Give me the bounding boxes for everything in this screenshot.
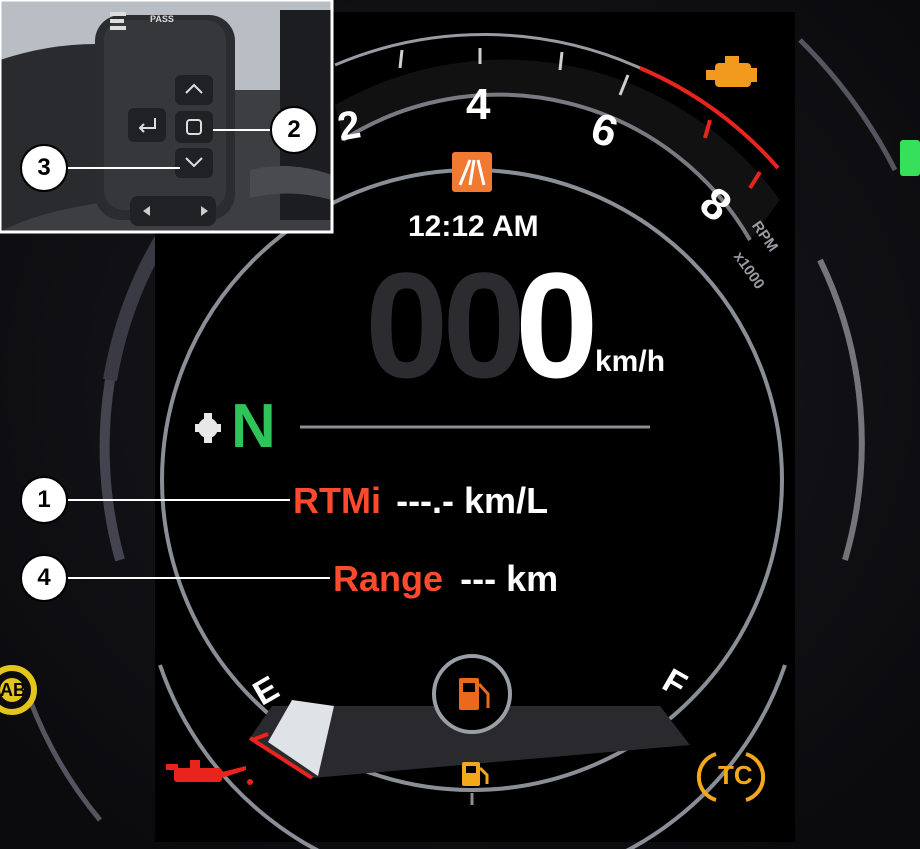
callout-4: 4 — [20, 554, 68, 602]
callout-2: 2 — [270, 106, 318, 154]
range-value: --- km — [460, 558, 559, 599]
road-slippery-icon — [452, 152, 492, 192]
abs-label: ABS — [0, 680, 24, 700]
neutral-green-lamp — [900, 140, 920, 176]
inset-pass-label: PASS — [150, 14, 174, 24]
fuel-pump-icon — [432, 654, 512, 734]
dashboard-graphic — [0, 0, 920, 849]
select-button[interactable] — [175, 111, 213, 143]
up-button[interactable] — [175, 75, 213, 105]
speed-value: 0 — [515, 241, 599, 409]
callout-2-label: 2 — [287, 116, 301, 143]
callout-4-label: 4 — [37, 564, 51, 591]
back-button[interactable] — [128, 108, 166, 142]
gear-indicator: N — [231, 392, 276, 461]
down-button[interactable] — [175, 148, 213, 178]
instrument-display: PASS 2 4 6 8 RPM x1000 12:12 AM 00 0 km/… — [0, 0, 920, 849]
tc-label: TC — [718, 760, 753, 790]
callout-3: 3 — [20, 144, 68, 192]
speed-dim-digits: 00 — [365, 241, 526, 409]
speed-unit: km/h — [595, 345, 666, 378]
range-label: Range — [333, 558, 444, 599]
info-row-range: Range --- km — [333, 558, 558, 600]
info-row-rtmi: RTMi ---.- km/L — [293, 480, 548, 522]
callout-1: 1 — [20, 476, 68, 524]
rtmi-value: ---.- km/L — [396, 480, 549, 521]
rtmi-label: RTMi — [293, 480, 381, 521]
tach-tick-4: 4 — [466, 80, 491, 129]
callout-3-label: 3 — [37, 154, 51, 181]
clock: 12:12 AM — [408, 210, 539, 243]
callout-1-label: 1 — [37, 486, 51, 513]
